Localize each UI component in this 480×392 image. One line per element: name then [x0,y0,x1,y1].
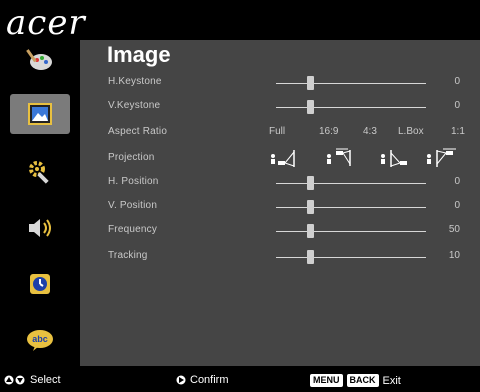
h-position-label: H. Position [108,176,159,187]
h-keystone-slider-track[interactable] [276,83,426,84]
v-keystone-label: V.Keystone [108,100,161,111]
sidebar-item-image[interactable] [10,94,70,134]
v-position-slider-handle[interactable] [307,200,314,214]
projection-label: Projection [108,152,155,163]
h-keystone-slider-handle[interactable] [307,76,314,90]
h-keystone-row[interactable]: H.Keystone 0 [80,72,480,92]
v-keystone-value: 0 [454,100,460,111]
tracking-row[interactable]: Tracking 10 [80,246,480,266]
svg-text:abc: abc [32,334,48,344]
h-keystone-value: 0 [454,76,460,87]
sidebar: abc [0,40,80,368]
h-keystone-label: H.Keystone [108,76,162,87]
acer-logo: acer [6,3,86,43]
aspect-option-4-3[interactable]: 4:3 [363,126,377,137]
up-down-icon [4,375,25,385]
confirm-hint-label: Confirm [190,374,229,386]
sidebar-item-audio[interactable] [18,210,62,246]
back-key-badge: BACK [346,374,379,387]
rear-ceiling-icon[interactable] [426,148,460,168]
select-hint-label: Select [30,374,61,386]
sidebar-item-settings[interactable] [18,154,62,190]
sidebar-item-language[interactable]: abc [18,322,62,358]
aspect-option-full[interactable]: Full [269,126,285,137]
footer-hints: Select Confirm MENU BACK Exit [0,370,480,392]
tracking-value: 10 [448,250,460,261]
aspect-option-16-9[interactable]: 16:9 [319,126,338,137]
sidebar-item-color[interactable] [18,42,62,78]
right-arrow-icon [176,375,186,385]
frequency-slider-track[interactable] [276,231,426,232]
tracking-slider-track[interactable] [276,257,426,258]
confirm-hint: Confirm [176,374,229,386]
speaker-icon [29,219,51,237]
v-position-label: V. Position [108,200,158,211]
select-hint: Select [4,374,61,386]
exit-hint: MENU BACK Exit [310,374,401,387]
exit-hint-label: Exit [382,374,401,387]
projection-row[interactable]: Projection [80,148,480,168]
sidebar-item-timer[interactable] [18,266,62,302]
picture-icon [28,103,52,125]
h-position-slider-track[interactable] [276,183,426,184]
frequency-label: Frequency [108,224,158,235]
osd-menu: acer abc Image H.Keystone 0 V.Keystone 0… [0,0,480,392]
menu-key-badge: MENU [310,374,343,387]
frequency-slider-handle[interactable] [307,224,314,238]
h-position-row[interactable]: H. Position 0 [80,172,480,192]
tracking-slider-handle[interactable] [307,250,314,264]
gear-wrench-icon [29,161,49,184]
h-position-value: 0 [454,176,460,187]
front-desktop-icon[interactable] [270,148,304,168]
aspect-ratio-label: Aspect Ratio [108,126,168,137]
image-menu-panel: Image H.Keystone 0 V.Keystone 0 Aspect R… [80,40,480,366]
aspect-ratio-row[interactable]: Aspect Ratio Full 16:9 4:3 L.Box 1:1 [80,122,480,142]
palette-icon [26,49,52,70]
rear-desktop-icon[interactable] [380,148,414,168]
v-keystone-slider-handle[interactable] [307,100,314,114]
frequency-row[interactable]: Frequency 50 [80,220,480,240]
aspect-option-lbox[interactable]: L.Box [398,126,424,137]
page-title: Image [107,42,171,67]
front-ceiling-icon[interactable] [326,148,360,168]
clock-icon [30,274,50,294]
v-position-value: 0 [454,200,460,211]
v-keystone-slider-track[interactable] [276,107,426,108]
v-position-row[interactable]: V. Position 0 [80,196,480,216]
aspect-option-1-1[interactable]: 1:1 [451,126,465,137]
h-position-slider-handle[interactable] [307,176,314,190]
frequency-value: 50 [448,224,460,235]
v-position-slider-track[interactable] [276,207,426,208]
v-keystone-row[interactable]: V.Keystone 0 [80,96,480,116]
tracking-label: Tracking [108,250,148,261]
language-icon: abc [27,330,53,351]
